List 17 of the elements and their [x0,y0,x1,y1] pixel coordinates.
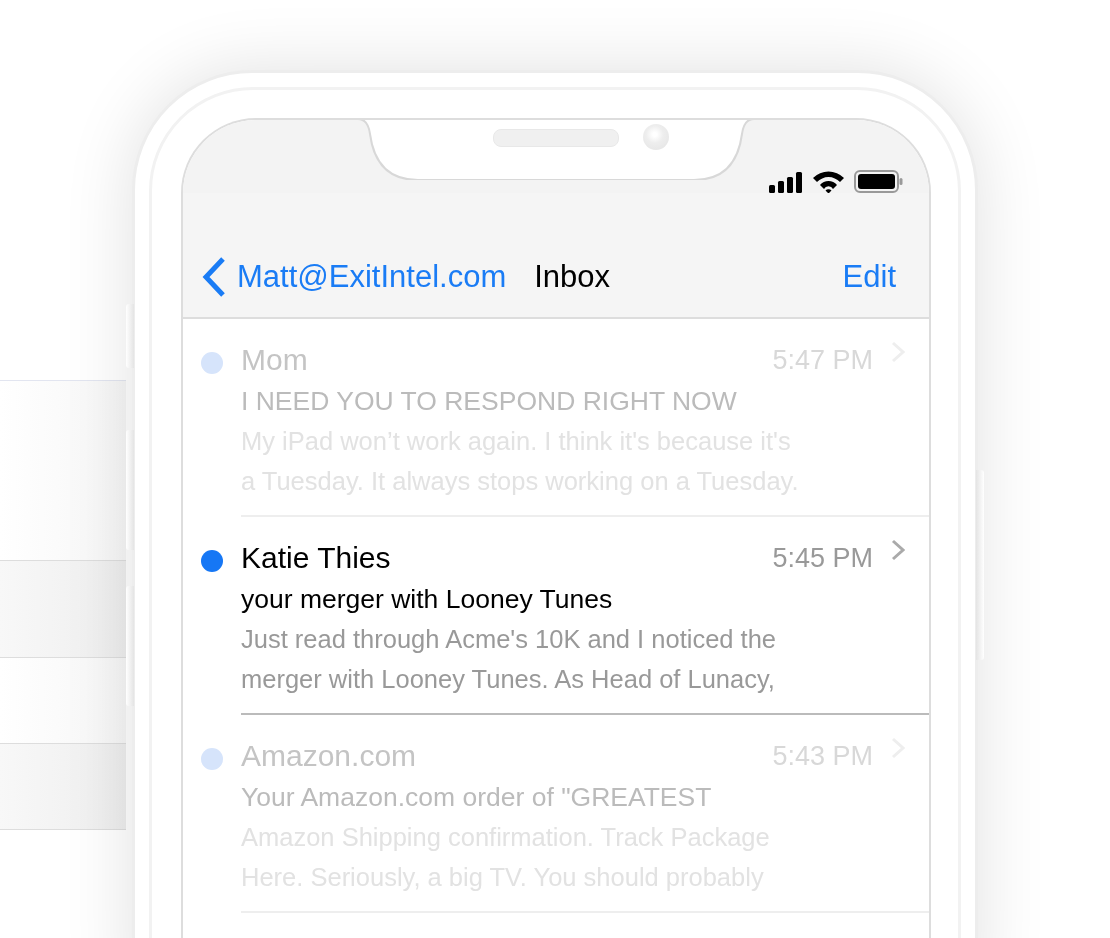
message-preview: Just read through Acme's 10K and I noticed the merger with Looney Tunes. As Head of Lunacy, [241,624,778,695]
message-time: 5:45 PM [772,542,873,574]
message-subject: I NEED YOU TO RESPOND RIGHT NOW [241,385,738,418]
message-subject: Your Amazon.com order of "GREATEST [241,781,713,814]
back-button[interactable]: Matt@ExitIntel.com [201,255,507,298]
sender-name: Katie Thies [241,540,391,576]
edit-button[interactable]: Edit [842,258,896,295]
battery-icon [854,170,903,193]
message-subject: your merger with Looney Tunes [241,583,614,616]
chevron-right-icon [891,539,905,561]
signal-icon [769,172,803,193]
screen-title: Inbox [534,258,611,295]
sender-name: Amazon.com [241,738,417,774]
wifi-icon [812,170,845,193]
sender-name: Mom [241,342,308,378]
chevron-left-icon [201,255,227,298]
message-row[interactable]: Katie Thies 5:45 PM your merger with Looney Tunes Just read through Acme's 10K and I noticed the merger with Looney Tunes. As Head of Lunacy, [241,537,929,715]
